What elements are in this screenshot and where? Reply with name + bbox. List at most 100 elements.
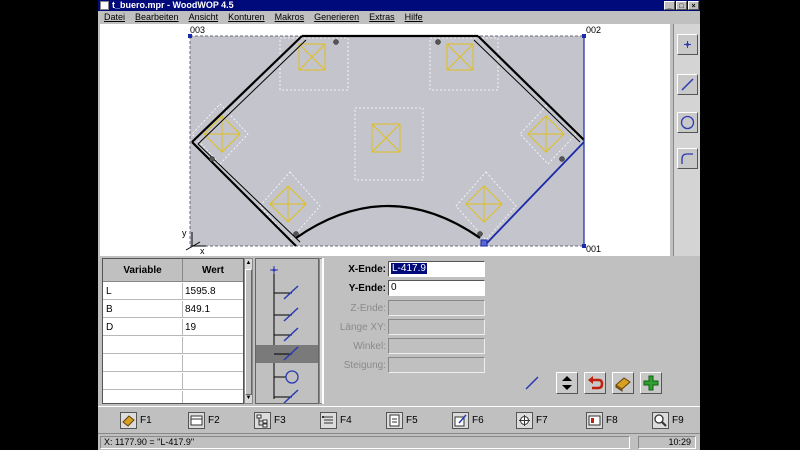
close-button[interactable]: × bbox=[688, 1, 699, 10]
draw-toolbar bbox=[673, 24, 700, 256]
scroll-thumb[interactable] bbox=[245, 269, 252, 395]
contour-point[interactable] bbox=[293, 231, 299, 237]
f9-button[interactable]: F9 bbox=[652, 410, 700, 430]
parameter-panel: X-Ende: L-417.9 Y-Ende: 0 Z-Ende: Länge … bbox=[322, 258, 677, 404]
x-end-input[interactable]: L-417.9 bbox=[388, 261, 485, 277]
menu-ansicht[interactable]: Ansicht bbox=[189, 11, 219, 23]
slope-label: Steigung: bbox=[343, 360, 386, 371]
f1-button[interactable]: F1 bbox=[120, 410, 172, 430]
table-row[interactable]: L 1595.8 bbox=[103, 283, 243, 300]
apply-button[interactable] bbox=[612, 372, 634, 394]
list-icon bbox=[320, 411, 337, 429]
table-row[interactable] bbox=[103, 355, 243, 372]
line-tool-button[interactable] bbox=[677, 74, 698, 95]
undo-button[interactable] bbox=[584, 372, 606, 394]
plus-icon bbox=[643, 375, 659, 391]
workpiece-drawing bbox=[185, 34, 586, 251]
length-xy-label: Länge XY: bbox=[339, 322, 386, 333]
menu-bearbeiten[interactable]: Bearbeiten bbox=[135, 11, 179, 23]
line-icon[interactable] bbox=[274, 285, 299, 300]
undo-arrow-icon bbox=[588, 376, 604, 390]
contour-element-list bbox=[255, 258, 319, 404]
contour-point[interactable] bbox=[435, 39, 441, 45]
point-tool-button[interactable] bbox=[677, 34, 698, 55]
contour-point[interactable] bbox=[333, 39, 339, 45]
contour-point[interactable] bbox=[559, 156, 565, 162]
column-header-value[interactable]: Wert bbox=[183, 259, 243, 282]
workpiece-icon bbox=[188, 411, 205, 429]
x-end-label: X-Ende: bbox=[348, 264, 386, 275]
axis-label-x: x bbox=[200, 246, 205, 256]
contour-point[interactable] bbox=[209, 156, 215, 162]
workpiece-panel bbox=[189, 35, 585, 247]
circle-tool-button[interactable] bbox=[677, 112, 698, 133]
document-icon bbox=[386, 411, 403, 429]
edit-contour-icon bbox=[452, 411, 469, 429]
active-point-marker[interactable] bbox=[480, 239, 488, 247]
woodwop-window: t_buero.mpr - WoodWOP 4.5 _ □ × Datei Be… bbox=[98, 0, 700, 450]
menu-hilfe[interactable]: Hilfe bbox=[405, 11, 423, 23]
line-icon bbox=[681, 78, 694, 91]
corner-label-002: 002 bbox=[586, 25, 602, 35]
scroll-up-icon[interactable]: ▲ bbox=[245, 259, 252, 268]
line-icon[interactable] bbox=[274, 327, 299, 342]
app-icon bbox=[100, 1, 109, 10]
table-row[interactable] bbox=[103, 373, 243, 390]
scroll-down-icon[interactable]: ▼ bbox=[245, 394, 252, 403]
arc-tool-button[interactable] bbox=[677, 148, 698, 169]
status-bar: X: 1177.90 = "L-417.9" 10:29 bbox=[98, 433, 700, 450]
line-type-icon bbox=[525, 376, 539, 390]
minimize-button[interactable]: _ bbox=[664, 1, 675, 10]
arc-icon[interactable] bbox=[274, 370, 299, 384]
f3-button[interactable]: F3 bbox=[254, 410, 306, 430]
drill-icon bbox=[516, 411, 533, 429]
book-icon bbox=[120, 411, 137, 429]
drawing-canvas[interactable]: 003 002 001 y x bbox=[100, 24, 670, 256]
angle-label: Winkel: bbox=[353, 341, 386, 352]
menu-datei[interactable]: Datei bbox=[104, 11, 125, 23]
start-point-icon[interactable] bbox=[270, 266, 278, 274]
point-icon bbox=[684, 41, 691, 48]
add-element-button[interactable] bbox=[640, 372, 662, 394]
corner-label-003: 003 bbox=[190, 25, 206, 35]
menu-extras[interactable]: Extras bbox=[369, 11, 395, 23]
line-icon[interactable] bbox=[274, 307, 299, 322]
element-tree bbox=[256, 266, 318, 404]
line-icon[interactable] bbox=[274, 389, 299, 404]
arc-icon bbox=[681, 153, 693, 164]
table-row[interactable] bbox=[103, 337, 243, 354]
circle-icon bbox=[680, 115, 695, 130]
angle-input[interactable] bbox=[388, 338, 485, 354]
magnifier-icon bbox=[652, 411, 669, 429]
lower-panels: Variable Wert L1595.8 B849.1 D19 ▲ ▼ bbox=[100, 258, 698, 404]
f2-button[interactable]: F2 bbox=[188, 410, 240, 430]
function-key-bar: F1 F2 F3 F4 F5 F6 F7 F8 F9 bbox=[98, 406, 700, 432]
f6-button[interactable]: F6 bbox=[452, 410, 504, 430]
y-end-label: Y-Ende: bbox=[348, 283, 386, 294]
machine-icon bbox=[586, 411, 603, 429]
y-end-input[interactable]: 0 bbox=[388, 280, 485, 296]
f5-button[interactable]: F5 bbox=[386, 410, 438, 430]
table-row[interactable]: B 849.1 bbox=[103, 301, 243, 318]
corner-label-001: 001 bbox=[586, 244, 602, 254]
contour-point[interactable] bbox=[477, 231, 483, 237]
z-end-input[interactable] bbox=[388, 300, 485, 316]
tree-icon bbox=[254, 411, 271, 429]
length-xy-input[interactable] bbox=[388, 319, 485, 335]
menu-bar: Datei Bearbeiten Ansicht Konturen Makros… bbox=[98, 11, 700, 23]
menu-konturen[interactable]: Konturen bbox=[228, 11, 265, 23]
menu-makros[interactable]: Makros bbox=[275, 11, 305, 23]
variable-scrollbar[interactable]: ▲ ▼ bbox=[244, 258, 253, 404]
menu-generieren[interactable]: Generieren bbox=[314, 11, 359, 23]
f4-button[interactable]: F4 bbox=[320, 410, 372, 430]
table-row[interactable] bbox=[103, 391, 243, 403]
table-row[interactable]: D 19 bbox=[103, 319, 243, 336]
f7-button[interactable]: F7 bbox=[516, 410, 568, 430]
maximize-button[interactable]: □ bbox=[676, 1, 687, 10]
move-updown-button[interactable] bbox=[556, 372, 578, 394]
axis-label-y: y bbox=[182, 228, 187, 238]
slope-input[interactable] bbox=[388, 357, 485, 373]
f8-button[interactable]: F8 bbox=[586, 410, 638, 430]
column-header-variable[interactable]: Variable bbox=[103, 259, 183, 282]
z-end-label: Z-Ende: bbox=[350, 303, 386, 314]
